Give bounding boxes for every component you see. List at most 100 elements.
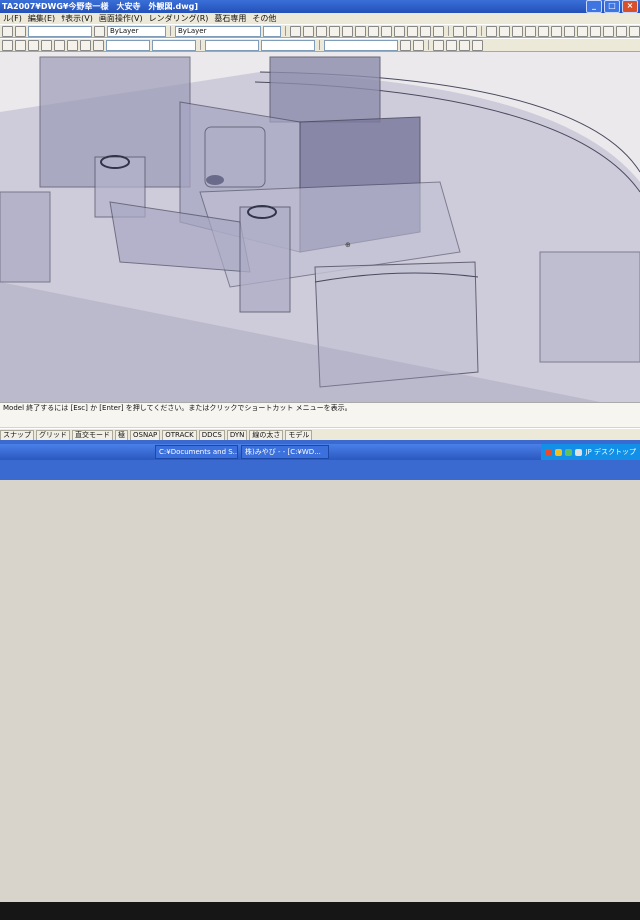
layer-dropdown[interactable]	[28, 25, 92, 37]
tray-text: JP デスクトップ	[585, 448, 636, 456]
taskbar: C:¥Documents and S... 株)みやび - - [C:¥WD..…	[0, 440, 640, 920]
layer-state-icon[interactable]	[15, 25, 26, 37]
polar-toggle[interactable]: 極	[115, 429, 128, 441]
fill-icon[interactable]	[342, 25, 353, 37]
drawing-viewport[interactable]: ⊕	[0, 52, 640, 402]
redo-icon[interactable]	[466, 25, 477, 37]
scale-icon[interactable]	[603, 25, 614, 37]
circle-icon[interactable]	[54, 39, 65, 51]
zoom-previous-icon[interactable]	[407, 25, 418, 37]
text-icon[interactable]	[67, 39, 78, 51]
explode-icon[interactable]	[551, 25, 562, 37]
separator	[428, 40, 429, 50]
grid-toggle[interactable]: グリッド	[36, 429, 70, 441]
taskbar-item-explorer[interactable]: C:¥Documents and S...	[155, 445, 238, 459]
monitor-bezel	[0, 902, 640, 920]
rotate-icon[interactable]	[590, 25, 601, 37]
named-view-dropdown[interactable]	[324, 39, 398, 51]
close-button[interactable]: ×	[622, 0, 638, 13]
orbit-icon[interactable]	[433, 39, 444, 51]
draw-polyline-icon[interactable]	[499, 25, 510, 37]
select-icon[interactable]	[15, 39, 26, 51]
lineweight-dropdown[interactable]	[263, 25, 281, 37]
dimstyle-dropdown[interactable]	[152, 39, 196, 51]
linetype-dropdown[interactable]: ByLayer	[175, 25, 261, 37]
render-icon[interactable]	[400, 39, 411, 51]
zoom-window-icon[interactable]	[381, 25, 392, 37]
print-icon[interactable]	[290, 25, 301, 37]
lineweight-toggle[interactable]: 線の太さ	[249, 429, 284, 441]
command-line[interactable]: Model 終了するには [Esc] か [Enter] を押してください。また…	[0, 402, 640, 427]
monument-top	[269, 56, 381, 123]
tray-app-icon[interactable]	[555, 448, 563, 456]
gravestone-tool-icon[interactable]	[413, 39, 424, 51]
separator	[170, 26, 171, 36]
save-icon[interactable]	[303, 25, 314, 37]
rectangle-icon[interactable]	[28, 39, 39, 51]
break-icon[interactable]	[538, 25, 549, 37]
wireframe-icon[interactable]	[472, 39, 483, 51]
style-dropdown[interactable]	[106, 39, 150, 51]
house-icon[interactable]	[329, 25, 340, 37]
arc-icon[interactable]	[41, 39, 52, 51]
ducs-toggle[interactable]: DDCS	[198, 429, 225, 441]
volume-icon[interactable]	[575, 448, 583, 456]
hand-pan-icon[interactable]	[433, 25, 444, 37]
hide-icon[interactable]	[459, 39, 470, 51]
separator	[319, 40, 320, 50]
camera-icon[interactable]	[316, 25, 327, 37]
dyn-toggle[interactable]: DYN	[226, 429, 248, 441]
taskbar-item-cad[interactable]: 株)みやび - - [C:¥WD...	[241, 445, 329, 459]
separator	[285, 26, 286, 36]
osnap-toggle[interactable]: OSNAP	[130, 429, 161, 441]
menu-screen-operation[interactable]: 画面操作(V)	[99, 13, 143, 24]
menu-gravestone[interactable]: 墓石専用	[214, 13, 246, 24]
draw-line-icon[interactable]	[486, 25, 497, 37]
snap-toggle[interactable]: スナップ	[0, 429, 34, 441]
menu-edit[interactable]: 編集(E)	[28, 13, 55, 24]
zoom-out-icon[interactable]	[368, 25, 379, 37]
side-block-right	[539, 251, 640, 363]
menu-view[interactable]: ｻ表示(V)	[61, 13, 93, 24]
menu-file[interactable]: ル(F)	[3, 13, 22, 24]
menu-bar: ル(F) 編集(E) ｻ表示(V) 画面操作(V) レンダリング(R) 墓石専用…	[0, 13, 640, 24]
model-toggle[interactable]: モデル	[285, 429, 313, 441]
view-dropdown[interactable]	[205, 39, 259, 51]
mirror-icon[interactable]	[616, 25, 627, 37]
ime-icon[interactable]	[545, 448, 553, 456]
extend-icon[interactable]	[525, 25, 536, 37]
otrack-toggle[interactable]: OTRACK	[162, 429, 197, 441]
move-icon[interactable]	[577, 25, 588, 37]
3d-model-drawing: ⊕	[0, 56, 640, 402]
menu-other[interactable]: その他	[252, 13, 276, 24]
flower-vase-center	[239, 206, 291, 313]
command-prompt[interactable]	[0, 414, 640, 425]
minimize-button[interactable]: _	[586, 0, 602, 13]
color-icon[interactable]	[94, 25, 105, 37]
system-tray: JP デスクトップ	[541, 444, 640, 460]
properties-toolbar: ByLayer ByLayer	[0, 24, 640, 38]
zoom-all-icon[interactable]	[420, 25, 431, 37]
layer-icon[interactable]	[2, 25, 13, 37]
offset-icon[interactable]	[629, 25, 640, 37]
modify-toolbar	[0, 38, 640, 52]
shade-icon[interactable]	[446, 39, 457, 51]
hatch-icon[interactable]	[80, 39, 91, 51]
trim-icon[interactable]	[512, 25, 523, 37]
copy-icon[interactable]	[564, 25, 575, 37]
cursor-glyph: ⊕	[345, 241, 351, 249]
zoom-extents-icon[interactable]	[394, 25, 405, 37]
maximize-button[interactable]: □	[604, 0, 620, 13]
properties-icon[interactable]	[2, 39, 13, 51]
visual-style-dropdown[interactable]	[261, 39, 315, 51]
separator	[448, 26, 449, 36]
ortho-toggle[interactable]: 直交モード	[72, 429, 113, 441]
undo-icon[interactable]	[453, 25, 464, 37]
block-icon[interactable]	[93, 39, 104, 51]
network-icon[interactable]	[565, 448, 573, 456]
separator	[481, 26, 482, 36]
side-block-left	[0, 191, 51, 283]
menu-rendering[interactable]: レンダリング(R)	[149, 13, 209, 24]
color-dropdown[interactable]: ByLayer	[107, 25, 166, 37]
zoom-in-icon[interactable]	[355, 25, 366, 37]
